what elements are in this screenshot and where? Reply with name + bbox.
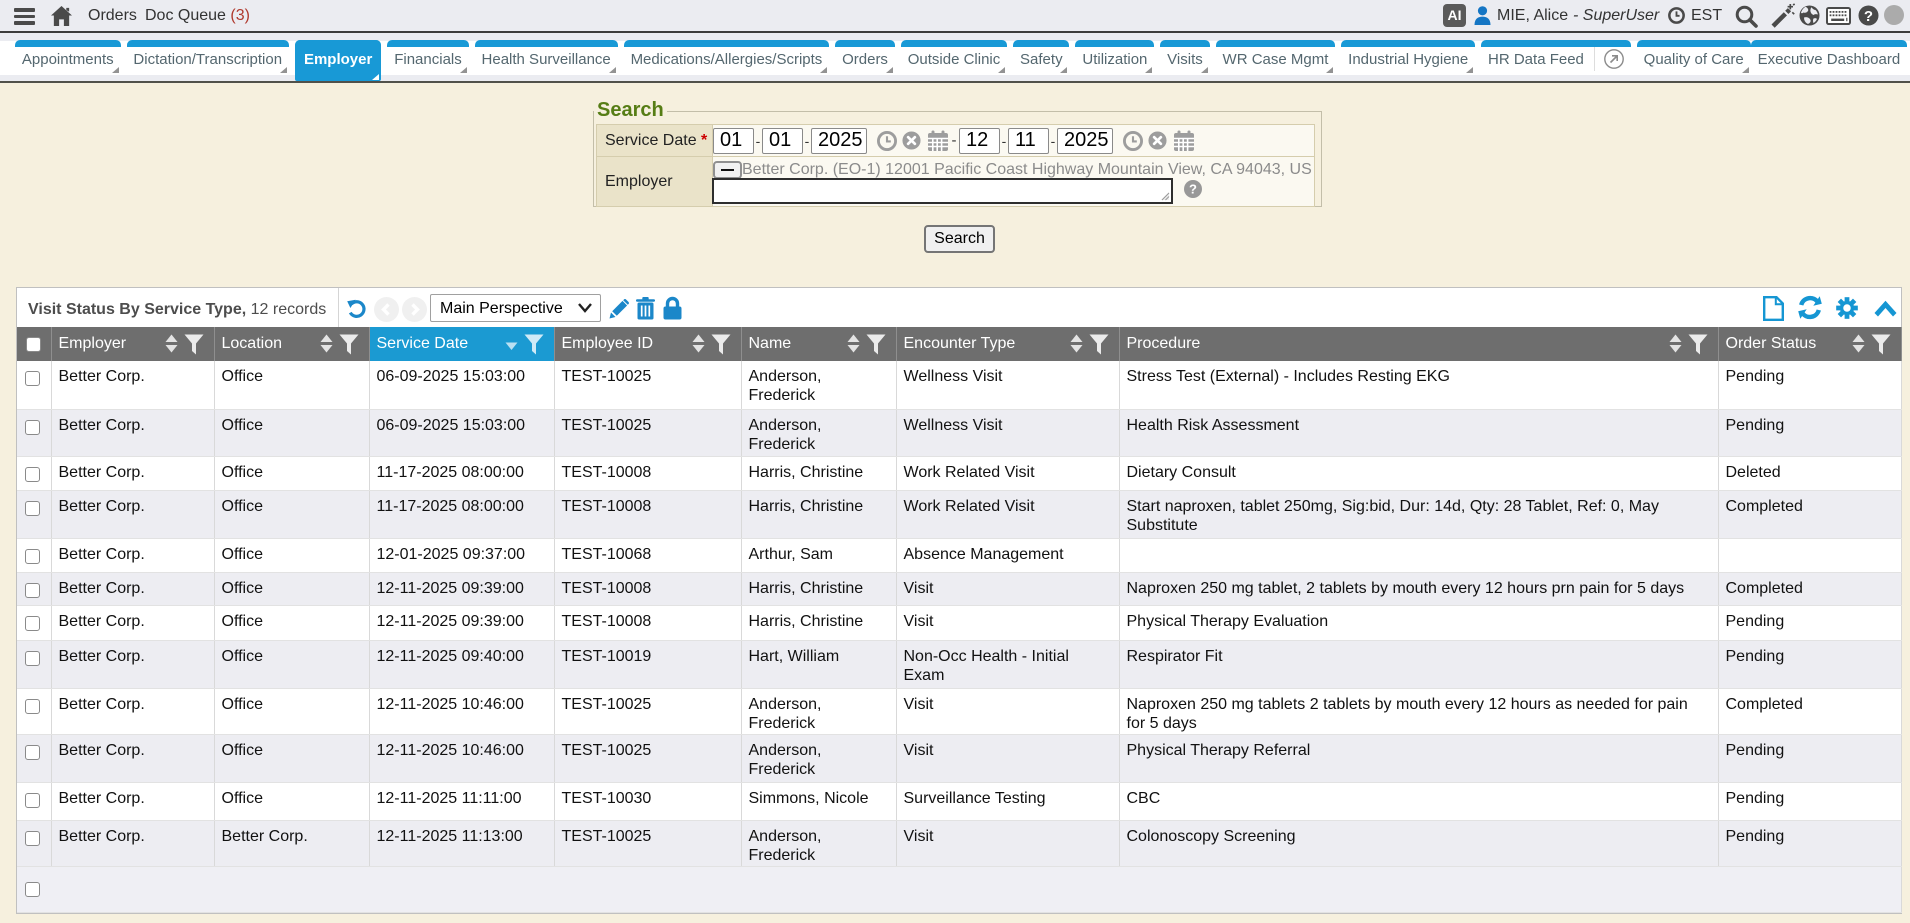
svg-text:?: ?	[1189, 182, 1197, 197]
svg-text:?: ?	[1864, 8, 1873, 25]
